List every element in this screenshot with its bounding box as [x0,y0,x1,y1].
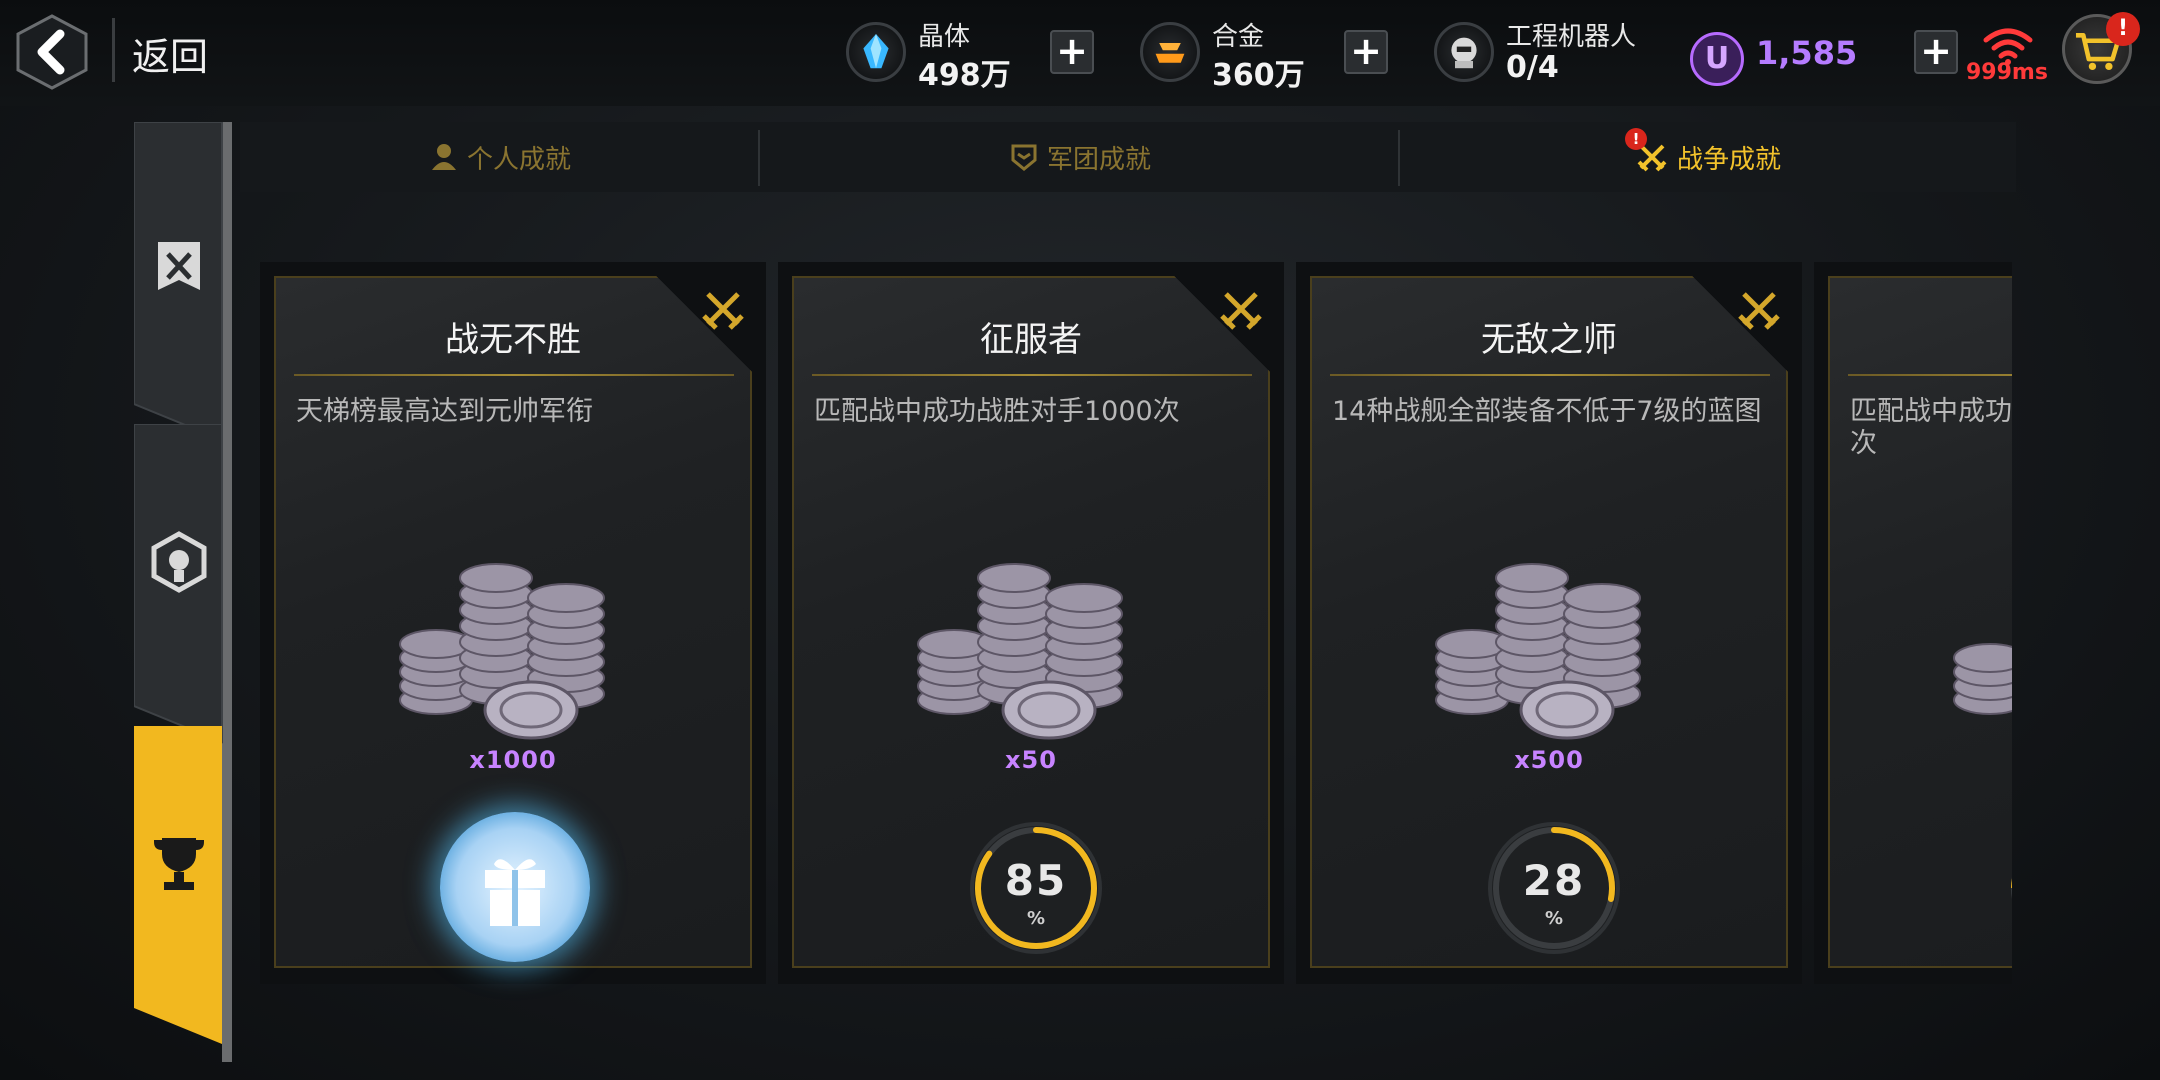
tab-label: 战争成就 [1676,144,1781,175]
premium-currency-value: 1,585 [1756,34,1858,72]
progress-ring-graphic [2011,877,2012,899]
reward-amount: x1000 [469,746,557,774]
card-divider [294,374,734,376]
card-description: 匹配战中成功次 [1850,396,2012,459]
card-description: 匹配战中成功战胜对手1000次 [814,396,1180,427]
card-divider [1330,374,1770,376]
tab-personal-achievement[interactable]: 个人成就 [240,122,760,192]
alloy-icon [1140,22,1200,82]
card-divider [812,374,1252,376]
battle-banner-icon [158,242,200,290]
resource-value: 498万 [918,58,1011,93]
progress-value: 28 [1522,856,1586,905]
card-title: 防御 [1830,312,2012,361]
engineering-robot-icon [1434,22,1494,82]
card-description: 天梯榜最高达到元帅军衔 [296,396,593,427]
achievement-card[interactable]: 征服者 匹配战中成功战胜对手1000次 x50 85 % [778,262,1284,984]
person-icon [431,144,456,170]
resource-name: 晶体 [918,22,971,52]
progress-ring: 28 % [1484,818,1624,958]
reward-amount: x50 [1005,746,1057,774]
achievement-card[interactable]: 战无不胜 天梯榜最高达到元帅军衔 x1000 [260,262,766,984]
legion-emblem-icon [151,531,207,593]
card-body: 防御 匹配战中成功次 [1828,276,2012,968]
card-body: 战无不胜 天梯榜最高达到元帅军衔 x1000 [274,276,752,968]
progress-unit: % [1026,908,1046,929]
add-crystal-button[interactable]: + [1050,30,1094,74]
progress-value: 85 [1004,856,1068,905]
resource-name: 工程机器人 [1506,22,1637,52]
claim-reward-button[interactable] [440,812,590,962]
category-tab-bar: 个人成就 军团成就 ! 战争成就 [240,122,2016,192]
cart-alert-badge: ! [2106,12,2140,46]
back-divider [112,18,115,82]
progress-ring: 85 % [966,818,1106,958]
resource-alloy: 合金 360万 [1140,14,1320,94]
resource-name: 合金 [1212,22,1265,52]
resource-value: 360万 [1212,58,1305,93]
add-alloy-button[interactable]: + [1344,30,1388,74]
resource-crystal: 晶体 498万 [846,14,1026,94]
resource-robot: 工程机器人 0/4 [1434,14,1664,94]
silver-coins-icon [1435,563,1641,740]
top-bar: 返回 晶体 498万 + 合金 360万 + 工程机器人 0/4 U 1,585… [0,0,2160,106]
tab-label: 个人成就 [466,144,571,175]
card-title: 征服者 [980,320,1082,360]
legion-shield-icon [1011,144,1037,171]
tab-legion-achievement[interactable]: 军团成就 [760,122,1400,192]
trophy-fist-icon [154,838,204,890]
silver-coins-icon [399,563,605,740]
card-description: 14种战舰全部装备不低于7级的蓝图 [1332,396,1762,427]
achievement-card[interactable]: 防御 匹配战中成功次 [1814,262,2012,984]
achievement-card-list: 战无不胜 天梯榜最高达到元帅军衔 x1000 征服者 匹配战中成功战胜对手100… [240,192,2012,1052]
achievement-card[interactable]: 无敌之师 14种战舰全部装备不低于7级的蓝图 x500 28 % [1296,262,1802,984]
card-body: 征服者 匹配战中成功战胜对手1000次 x50 85 % [792,276,1270,968]
card-body: 无敌之师 14种战舰全部装备不低于7级的蓝图 x500 28 % [1310,276,1788,968]
tab-war-achievement[interactable]: ! 战争成就 [1400,122,2016,192]
back-arrow-icon[interactable] [14,12,90,92]
premium-currency-icon: U [1690,32,1744,86]
card-divider [1848,374,2012,376]
gift-icon [485,859,545,926]
back-label[interactable]: 返回 [132,26,208,81]
tab-alert-badge: ! [1624,128,1647,150]
card-title: 战无不胜 [445,320,581,360]
progress-unit: % [1544,908,1564,929]
tab-label: 军团成就 [1046,144,1151,175]
tab-icon-wrap: ! [1624,128,1669,174]
add-premium-button[interactable]: + [1914,30,1958,74]
card-title: 无敌之师 [1481,320,1617,360]
progress-ring [2002,818,2012,958]
resource-value: 0/4 [1506,50,1559,85]
silver-coins-icon [1953,643,2012,715]
ping-value: 999ms [1966,60,2048,85]
crystal-icon [846,22,906,82]
silver-coins-icon [917,563,1123,740]
reward-amount: x500 [1514,746,1584,774]
